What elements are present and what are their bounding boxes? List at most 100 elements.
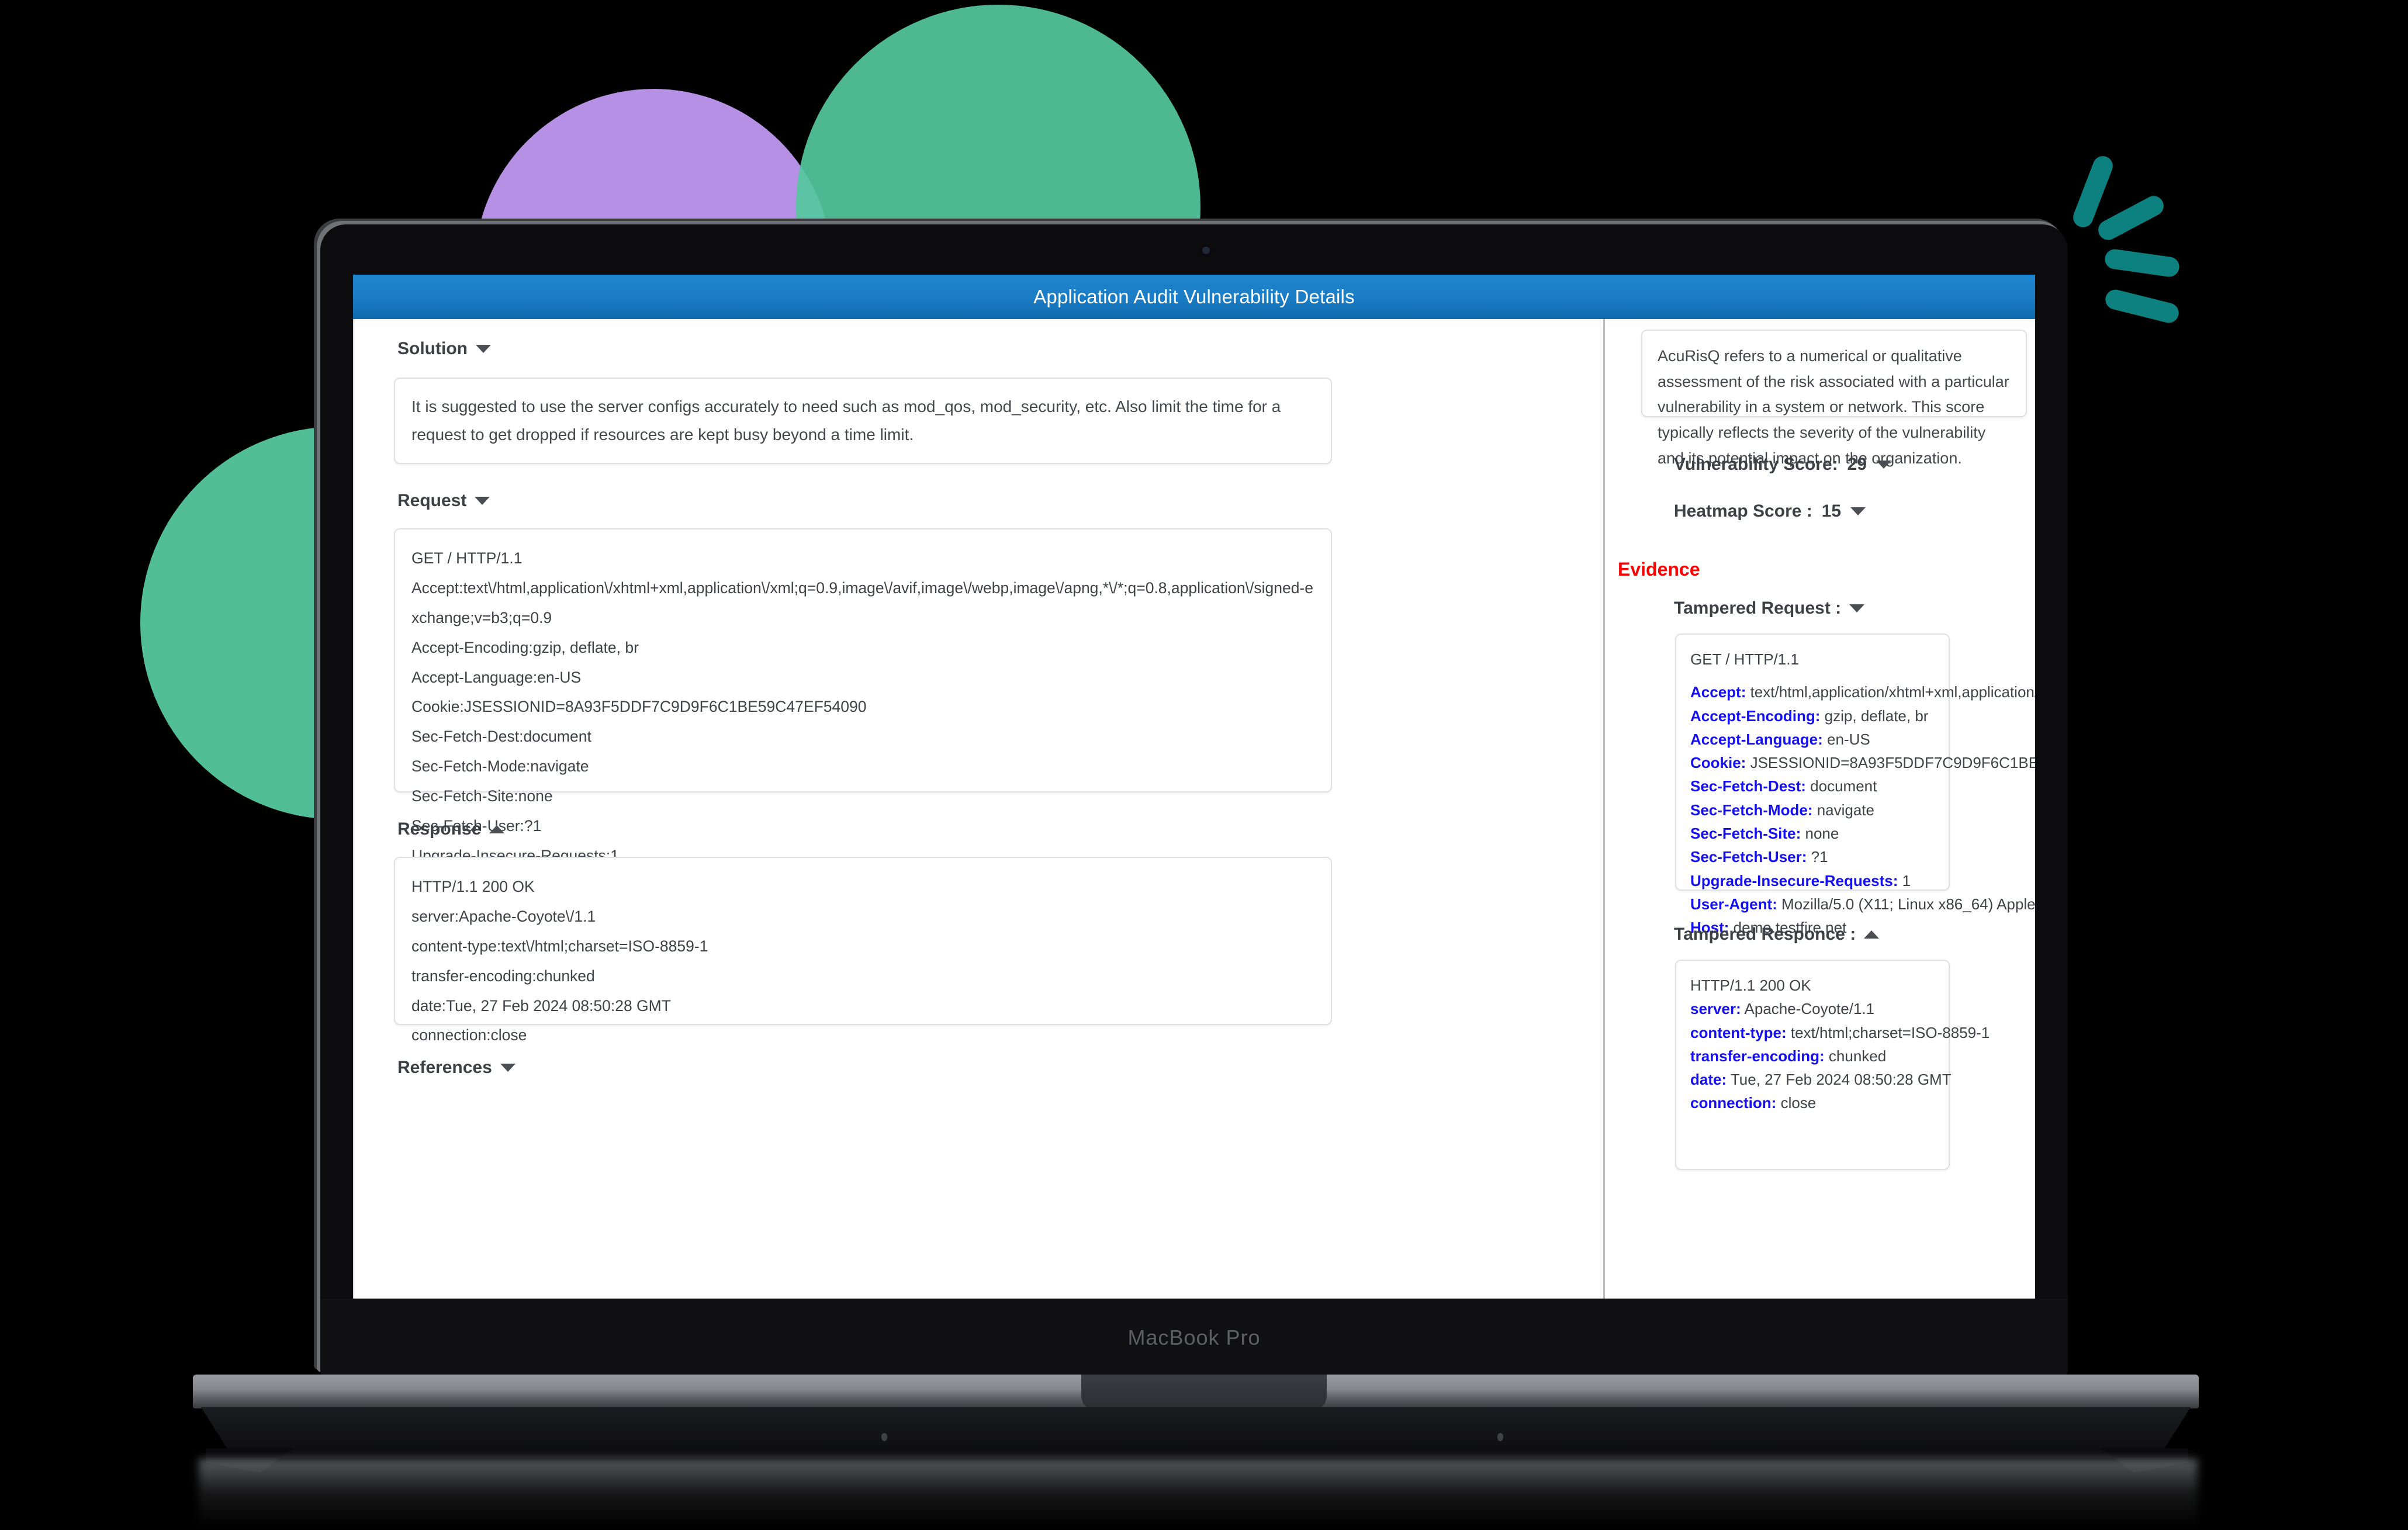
header-value: document	[1805, 777, 1877, 795]
vulnerability-score-label: Vulnerability Score:	[1674, 455, 1838, 474]
window-titlebar: Application Audit Vulnerability Details	[353, 275, 2035, 319]
header-line: transfer-encoding: chunked	[1690, 1044, 1935, 1068]
chevron-down-icon[interactable]	[475, 497, 490, 505]
header-line: date: Tue, 27 Feb 2024 08:50:28 GMT	[1690, 1068, 1952, 1091]
chevron-up-icon[interactable]	[1864, 930, 1880, 939]
acurisq-description-text: AcuRisQ refers to a numerical or qualita…	[1658, 347, 2009, 467]
references-label: References	[397, 1058, 492, 1077]
header-key: Accept:	[1690, 683, 1746, 701]
response-card: HTTP/1.1 200 OK server:Apache-Coyote\/1.…	[394, 857, 1332, 1044]
tampered-request-label: Tampered Request :	[1674, 598, 1842, 618]
header-line: Cookie: JSESSIONID=8A93F5DDF7C9D9F6C1BE5…	[1690, 751, 2035, 774]
header-key: transfer-encoding:	[1690, 1047, 1825, 1065]
laptop-chin: MacBook Pro	[320, 1299, 2068, 1376]
response-label: Response	[397, 819, 482, 839]
request-section-header[interactable]: Request	[397, 491, 490, 511]
header-value: text/html;charset=ISO-8859-1	[1786, 1023, 1990, 1041]
macbook-pro-mockup: Application Audit Vulnerability Details …	[0, 0, 2408, 1530]
details-pane: Solution It is suggested to use the serv…	[353, 319, 1603, 1349]
tampered-request-first-line: GET / HTTP/1.1	[1690, 650, 1799, 668]
header-line: connection: close	[1690, 1091, 1935, 1114]
header-value: JSESSIONID=8A93F5DDF7C9D9F6C1BE59C47EF54…	[1750, 754, 2035, 772]
request-label: Request	[397, 491, 467, 510]
evidence-pane: AcuRisQ refers to a numerical or qualita…	[1605, 319, 2035, 1349]
solution-label: Solution	[397, 339, 468, 358]
header-key: Cookie:	[1690, 754, 1746, 772]
header-line: Accept-Language: en-US	[1690, 728, 1935, 751]
tampered-response-headers: server: Apache-Coyote/1.1 content-type: t…	[1690, 997, 1990, 1114]
response-raw-text: HTTP/1.1 200 OK server:Apache-Coyote\/1.…	[411, 878, 708, 1044]
heatmap-score-label: Heatmap Score :	[1674, 501, 1812, 521]
header-line: Accept: text/html,application/xhtml+xml,…	[1690, 680, 2035, 704]
header-key: Sec-Fetch-User:	[1690, 848, 1807, 866]
webcam-icon	[1202, 247, 1210, 254]
chevron-down-icon[interactable]	[475, 345, 491, 353]
tampered-request-headers: Accept: text/html,application/xhtml+xml,…	[1690, 680, 2035, 939]
header-value: navigate	[1812, 801, 1874, 819]
references-section-header[interactable]: References	[397, 1058, 515, 1078]
vulnerability-score-row[interactable]: Vulnerability Score: 29	[1674, 455, 1892, 475]
tampered-request-card: GET / HTTP/1.1 Accept: text/html,applica…	[1675, 634, 2035, 936]
heatmap-score-value: 15	[1821, 501, 1842, 521]
tampered-response-section-header[interactable]: Tampered Responce :	[1674, 925, 1880, 944]
application-window: Application Audit Vulnerability Details …	[353, 275, 2035, 1349]
header-line: Sec-Fetch-Mode: navigate	[1690, 798, 1935, 822]
heatmap-score-row[interactable]: Heatmap Score : 15	[1674, 501, 1866, 521]
header-key: Accept-Encoding:	[1690, 707, 1821, 725]
request-card: GET / HTTP/1.1 Accept:text\/html,applica…	[394, 528, 1332, 953]
tampered-request-section-header[interactable]: Tampered Request :	[1674, 598, 1865, 618]
chevron-down-icon[interactable]	[500, 1064, 515, 1072]
header-line: User-Agent: Mozilla/5.0 (X11; Linux x86_…	[1690, 892, 2035, 916]
tampered-response-first-line: HTTP/1.1 200 OK	[1690, 977, 1811, 994]
header-value: Mozilla/5.0 (X11; Linux x86_64) AppleWeb…	[1781, 895, 2035, 913]
header-value: ?1	[1807, 848, 1828, 866]
evidence-label: Evidence	[1618, 559, 1700, 580]
header-value: text/html,application/xhtml+xml,applicat…	[1750, 683, 2035, 701]
tampered-response-card: HTTP/1.1 200 OK server: Apache-Coyote/1.…	[1675, 960, 1990, 1170]
header-line: server: Apache-Coyote/1.1	[1690, 997, 1935, 1020]
chevron-down-icon[interactable]	[1850, 507, 1866, 515]
laptop-base-lower	[201, 1407, 2191, 1458]
chevron-up-icon[interactable]	[489, 825, 505, 833]
header-value: Apache-Coyote/1.1	[1741, 1000, 1875, 1018]
header-key: Sec-Fetch-Site:	[1690, 825, 1801, 843]
header-key: content-type:	[1690, 1023, 1787, 1041]
header-value: close	[1776, 1094, 1817, 1112]
header-line: Sec-Fetch-Site: none	[1690, 822, 1935, 845]
solution-card: It is suggested to use the server config…	[394, 378, 1332, 464]
header-value: 1	[1898, 871, 1911, 889]
header-key: User-Agent:	[1690, 895, 1777, 913]
laptop-reflection	[199, 1459, 2198, 1528]
solution-text: It is suggested to use the server config…	[411, 397, 1281, 444]
header-value: Tue, 27 Feb 2024 08:50:28 GMT	[1727, 1071, 1952, 1089]
laptop-base-vent-right	[1497, 1433, 1503, 1441]
header-value: none	[1801, 825, 1839, 843]
tampered-response-label: Tampered Responce :	[1674, 925, 1856, 944]
header-value: en-US	[1822, 730, 1870, 748]
window-title: Application Audit Vulnerability Details	[1033, 286, 1355, 307]
laptop-base-notch	[1081, 1375, 1327, 1411]
response-section-header[interactable]: Response	[397, 819, 505, 839]
header-key: date:	[1690, 1071, 1727, 1089]
header-key: Sec-Fetch-Mode:	[1690, 801, 1813, 819]
window-body: Solution It is suggested to use the serv…	[353, 319, 2035, 1349]
laptop-base-vent-left	[881, 1433, 887, 1441]
header-value: gzip, deflate, br	[1820, 707, 1929, 725]
header-line: Upgrade-Insecure-Requests: 1	[1690, 869, 1935, 892]
header-key: server:	[1690, 1000, 1741, 1018]
device-label: MacBook Pro	[1127, 1325, 1261, 1349]
laptop-screen: Application Audit Vulnerability Details …	[353, 275, 2035, 1349]
header-line: Sec-Fetch-Dest: document	[1690, 774, 1935, 798]
header-line: content-type: text/html;charset=ISO-8859…	[1690, 1021, 1990, 1044]
header-key: connection:	[1690, 1094, 1777, 1112]
header-key: Upgrade-Insecure-Requests:	[1690, 871, 1898, 889]
solution-section-header[interactable]: Solution	[397, 339, 491, 359]
header-value: chunked	[1824, 1047, 1887, 1065]
header-key: Sec-Fetch-Dest:	[1690, 777, 1806, 795]
acurisq-description-card: AcuRisQ refers to a numerical or qualita…	[1641, 330, 2027, 467]
header-line: Sec-Fetch-User: ?1	[1690, 845, 1935, 868]
vulnerability-score-value: 29	[1847, 455, 1867, 474]
chevron-down-icon[interactable]	[1876, 461, 1892, 469]
header-line: Accept-Encoding: gzip, deflate, br	[1690, 704, 1935, 728]
chevron-down-icon[interactable]	[1849, 604, 1865, 612]
